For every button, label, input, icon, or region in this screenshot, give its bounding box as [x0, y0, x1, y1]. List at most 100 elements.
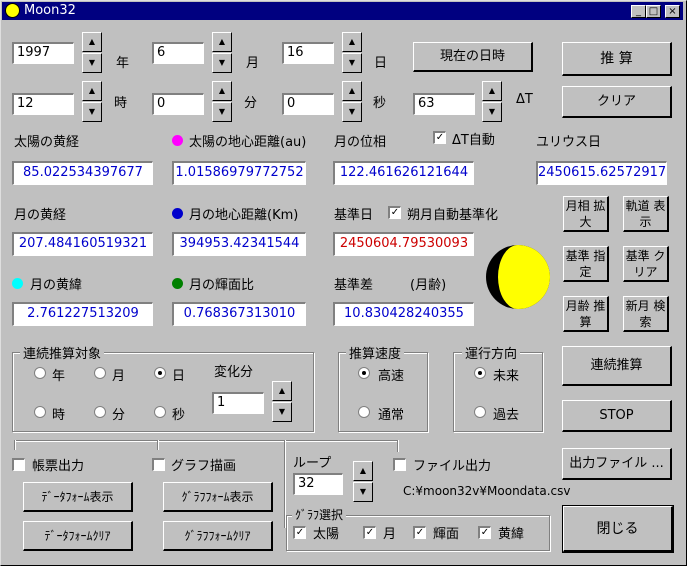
auto-dt-label: ΔT自動 — [452, 133, 495, 148]
base-set-button[interactable]: 基準 指定 — [563, 246, 609, 282]
target-radio-day[interactable] — [154, 367, 166, 379]
spin-down-icon[interactable]: ▼ — [342, 102, 362, 122]
base-clear-button[interactable]: 基準 クリア — [623, 246, 669, 282]
hour-spinner[interactable]: ▲ ▼ — [82, 81, 102, 123]
minute-spinner[interactable]: ▲ ▼ — [212, 81, 232, 123]
graph-sun-checkbox[interactable]: ✓ — [293, 526, 306, 539]
spin-down-icon[interactable]: ▼ — [353, 482, 373, 502]
clear-button[interactable]: クリア — [562, 86, 672, 118]
moon-latitude-label: 月の黄緯 — [30, 278, 83, 293]
day-spinner[interactable]: ▲ ▼ — [342, 32, 362, 74]
year-spinner[interactable]: ▲ ▼ — [82, 32, 102, 74]
graph-moon-checkbox[interactable]: ✓ — [363, 526, 376, 539]
year-input[interactable]: 1997 — [12, 42, 74, 64]
close-button[interactable]: 閉じる — [562, 505, 674, 553]
minimize-button[interactable]: _ — [631, 5, 646, 18]
julian-label: ユリウス日 — [536, 135, 602, 150]
graph-draw-label: グラフ描画 — [171, 459, 237, 474]
now-button[interactable]: 現在の日時 — [413, 42, 533, 72]
second-input[interactable]: 0 — [282, 93, 334, 115]
target-radio-minute[interactable] — [94, 406, 106, 418]
orbit-view-button[interactable]: 軌道 表示 — [623, 196, 669, 232]
full-moon-auto-checkbox[interactable]: ✓ — [388, 206, 401, 219]
moon-age-label: (月齢) — [410, 278, 447, 293]
spin-down-icon[interactable]: ▼ — [82, 53, 102, 73]
day-unit: 日 — [374, 56, 388, 71]
delta-t-input[interactable]: 63 — [413, 93, 475, 115]
base-day-value: 2450604.79530093 — [333, 232, 474, 256]
file-path-text: C:¥moon32v¥Moondata.csv — [403, 484, 571, 498]
moon-phase-image — [486, 245, 550, 309]
hour-input[interactable]: 12 — [12, 93, 74, 115]
delta-t-label: ΔT — [516, 92, 533, 107]
spin-up-icon[interactable]: ▲ — [342, 32, 362, 52]
file-output-checkbox[interactable] — [393, 458, 406, 471]
change-input[interactable]: 1 — [212, 392, 264, 414]
direction-radio-past[interactable] — [474, 406, 486, 418]
target-label-hour: 時 — [52, 408, 66, 423]
speed-radio-normal[interactable] — [358, 406, 370, 418]
window-title: Moon32 — [24, 3, 76, 18]
sun-distance-value: 1.01586979772752 — [172, 161, 306, 185]
spin-up-icon[interactable]: ▲ — [342, 81, 362, 101]
new-moon-search-button[interactable]: 新月 検索 — [623, 296, 669, 332]
graph-draw-checkbox[interactable] — [152, 458, 165, 471]
delta-t-spinner[interactable]: ▲ ▼ — [482, 81, 502, 123]
change-label: 変化分 — [214, 365, 254, 380]
speed-label-fast: 高速 — [378, 369, 405, 384]
hour-unit: 時 — [114, 96, 128, 111]
target-radio-month[interactable] — [94, 367, 106, 379]
target-radio-year[interactable] — [34, 367, 46, 379]
title-bar[interactable]: Moon32 _ □ × — [2, 2, 683, 20]
month-input[interactable]: 6 — [152, 42, 204, 64]
graph-form-show-button[interactable]: ｸﾞﾗﾌﾌｫｰﾑ表示 — [163, 482, 273, 512]
moon-brightness-value: 0.768367313010 — [172, 302, 306, 326]
spin-up-icon[interactable]: ▲ — [482, 81, 502, 101]
direction-radio-future[interactable] — [474, 367, 486, 379]
continuous-calc-button[interactable]: 連続推算 — [562, 346, 672, 386]
spin-down-icon[interactable]: ▼ — [212, 102, 232, 122]
maximize-button[interactable]: □ — [646, 5, 661, 18]
minute-unit: 分 — [244, 96, 258, 111]
spin-up-icon[interactable]: ▲ — [212, 32, 232, 52]
spin-up-icon[interactable]: ▲ — [353, 461, 373, 481]
minute-input[interactable]: 0 — [152, 93, 204, 115]
spin-down-icon[interactable]: ▼ — [342, 53, 362, 73]
graph-sun-label: 太陽 — [313, 527, 340, 542]
spin-down-icon[interactable]: ▼ — [482, 102, 502, 122]
auto-dt-checkbox[interactable]: ✓ — [433, 131, 446, 144]
target-radio-hour[interactable] — [34, 406, 46, 418]
target-label-second: 秒 — [172, 408, 186, 423]
change-spinner[interactable]: ▲ ▼ — [272, 381, 292, 423]
full-moon-auto-label: 朔月自動基準化 — [407, 208, 499, 223]
graph-brightness-checkbox[interactable]: ✓ — [413, 526, 426, 539]
spin-up-icon[interactable]: ▲ — [212, 81, 232, 101]
spin-up-icon[interactable]: ▲ — [82, 81, 102, 101]
graph-latitude-checkbox[interactable]: ✓ — [478, 526, 491, 539]
target-label-month: 月 — [112, 369, 126, 384]
spin-down-icon[interactable]: ▼ — [272, 402, 292, 422]
data-form-clear-button[interactable]: ﾃﾞｰﾀﾌｫｰﾑｸﾘｱ — [23, 521, 133, 551]
close-window-button[interactable]: × — [665, 5, 680, 18]
stop-button[interactable]: STOP — [562, 400, 672, 432]
data-form-show-button[interactable]: ﾃﾞｰﾀﾌｫｰﾑ表示 — [23, 482, 133, 512]
ledger-output-checkbox[interactable] — [12, 458, 25, 471]
day-input[interactable]: 16 — [282, 42, 334, 64]
spin-up-icon[interactable]: ▲ — [272, 381, 292, 401]
phase-zoom-button[interactable]: 月相 拡大 — [563, 196, 609, 232]
speed-title: 推算速度 — [346, 343, 405, 362]
output-file-button[interactable]: 出力ファイル ... — [562, 448, 672, 480]
calc-button[interactable]: 推 算 — [562, 42, 672, 76]
second-spinner[interactable]: ▲ ▼ — [342, 81, 362, 123]
target-radio-second[interactable] — [154, 406, 166, 418]
month-spinner[interactable]: ▲ ▼ — [212, 32, 232, 74]
graph-form-clear-button[interactable]: ｸﾞﾗﾌﾌｫｰﾑｸﾘｱ — [163, 521, 273, 551]
spin-down-icon[interactable]: ▼ — [212, 53, 232, 73]
target-label-day: 日 — [172, 369, 186, 384]
spin-down-icon[interactable]: ▼ — [82, 102, 102, 122]
loop-input[interactable]: 32 — [293, 473, 343, 495]
loop-spinner[interactable]: ▲ ▼ — [353, 461, 373, 503]
spin-up-icon[interactable]: ▲ — [82, 32, 102, 52]
speed-radio-fast[interactable] — [358, 367, 370, 379]
moon-age-calc-button[interactable]: 月齢 推算 — [563, 296, 609, 332]
